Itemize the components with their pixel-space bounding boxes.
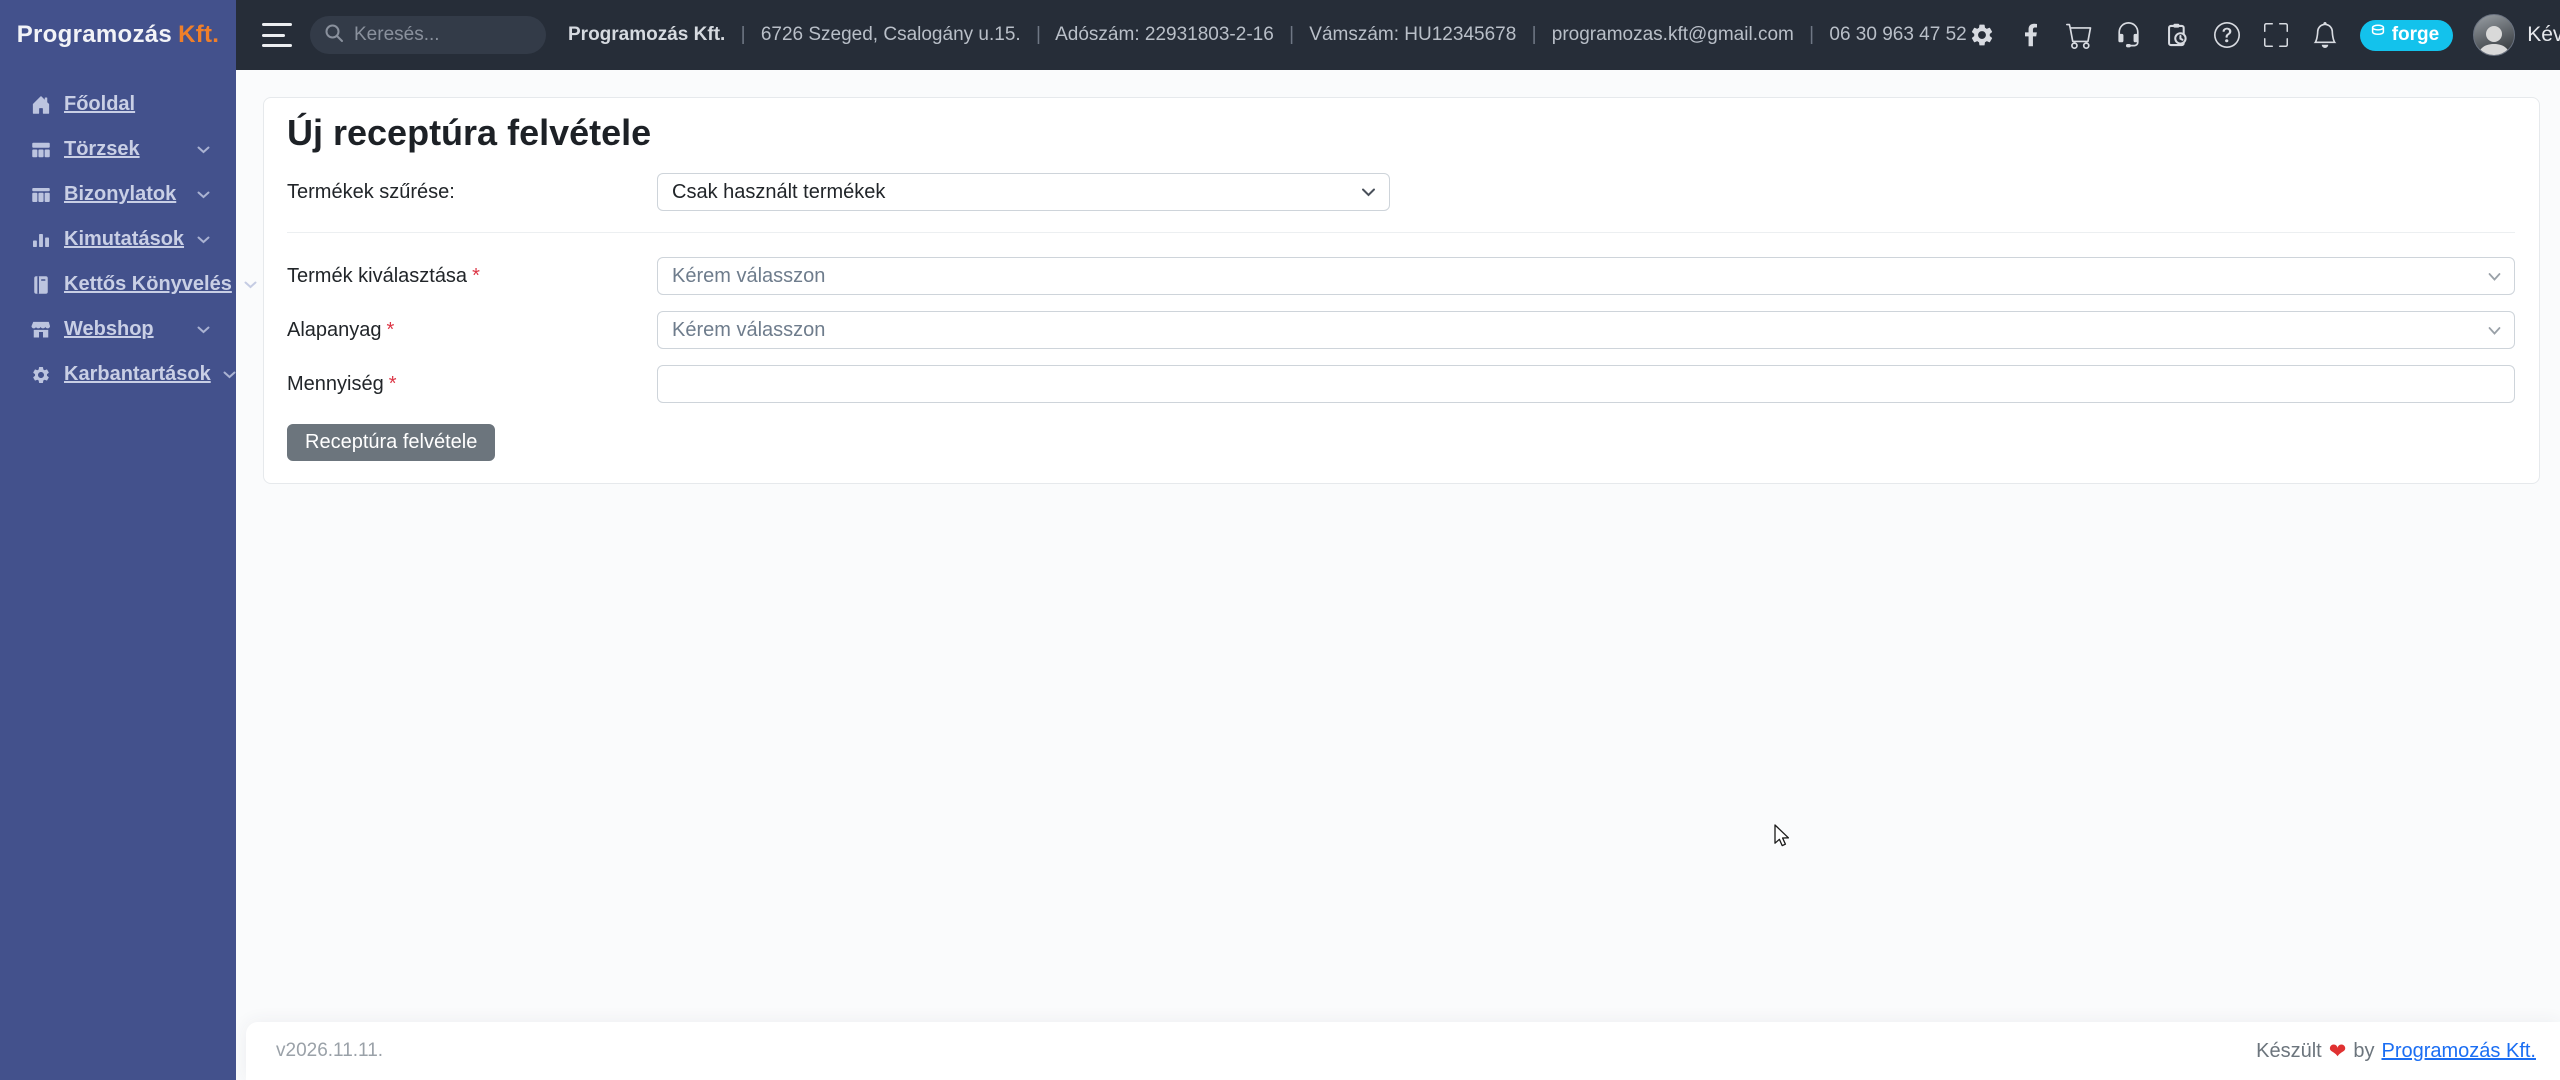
- forge-badge-label: forge: [2392, 24, 2440, 46]
- chevron-down-icon: [1361, 181, 1376, 204]
- company-info: Programozás Kft. | 6726 Szeged, Csalogán…: [568, 24, 1967, 46]
- user-menu[interactable]: Kévés János: [2527, 23, 2560, 47]
- company-tax-number: Adószám: 22931803-2-16: [1055, 24, 1274, 45]
- brand-accent: Kft.: [178, 21, 219, 49]
- material-select[interactable]: Kérem válasszon: [657, 311, 2515, 349]
- required-asterisk: *: [389, 373, 397, 395]
- chevron-down-icon: [197, 321, 210, 339]
- material-select-label: Alapanyag: [287, 319, 382, 341]
- company-link[interactable]: Programozás Kft.: [2381, 1040, 2536, 1063]
- brand-primary: Programozás: [17, 21, 172, 49]
- product-select-placeholder: Kérem válasszon: [672, 265, 825, 288]
- notifications-icon[interactable]: [2310, 20, 2340, 50]
- search-input[interactable]: [354, 24, 532, 46]
- sidebar-item-fooldal[interactable]: Főoldal: [0, 82, 236, 127]
- settings-icon[interactable]: [1967, 20, 1997, 50]
- topbar: Programozás Kft. | 6726 Szeged, Csalogán…: [236, 0, 2560, 70]
- sidebar: Programozás Kft. Főoldal Törzsek Bizonyl…: [0, 0, 236, 1080]
- storefront-icon: [30, 319, 52, 341]
- company-address: 6726 Szeged, Csalogány u.15.: [761, 24, 1021, 45]
- sidebar-item-label: Karbantartások: [64, 363, 211, 386]
- page-title: Új receptúra felvétele: [287, 112, 2515, 154]
- footer-credit: Készült ❤ by Programozás Kft.: [2256, 1039, 2536, 1064]
- grid-icon: [30, 139, 52, 161]
- gear-icon: [30, 364, 52, 386]
- material-select-row: Alapanyag* Kérem válasszon: [287, 311, 2515, 349]
- chevron-down-icon: [2488, 265, 2501, 288]
- help-icon[interactable]: [2212, 20, 2242, 50]
- cart-icon[interactable]: [2065, 20, 2095, 50]
- app-logo[interactable]: Programozás Kft.: [0, 0, 236, 70]
- chevron-down-icon: [223, 366, 236, 384]
- chevron-down-icon: [244, 276, 257, 294]
- sidebar-nav: Főoldal Törzsek Bizonylatok Kimuta: [0, 70, 236, 397]
- support-icon[interactable]: [2114, 20, 2144, 50]
- sidebar-item-label: Kettős Könyvelés: [64, 273, 232, 296]
- submit-recipe-button[interactable]: Receptúra felvétele: [287, 424, 495, 461]
- chevron-down-icon: [197, 141, 210, 159]
- sidebar-item-label: Bizonylatok: [64, 183, 176, 206]
- version-label: v2026.11.11.: [276, 1040, 383, 1062]
- chevron-down-icon: [2488, 319, 2501, 342]
- sidebar-item-kimutatasok[interactable]: Kimutatások: [0, 217, 236, 262]
- home-icon: [30, 94, 52, 116]
- footer: v2026.11.11. Készült ❤ by Programozás Kf…: [246, 1022, 2560, 1080]
- sidebar-item-label: Webshop: [64, 318, 154, 341]
- company-phone: 06 30 963 47 52: [1829, 24, 1966, 45]
- avatar[interactable]: [2473, 14, 2515, 56]
- sidebar-item-label: Főoldal: [64, 93, 135, 116]
- sidebar-item-karbantartasok[interactable]: Karbantartások: [0, 352, 236, 397]
- chevron-down-icon: [197, 186, 210, 204]
- forge-badge[interactable]: forge: [2360, 20, 2454, 51]
- menu-toggle-button[interactable]: [262, 23, 292, 47]
- product-filter-value: Csak használt termékek: [672, 181, 885, 204]
- product-filter-row: Termékek szűrése: Csak használt termékek: [287, 173, 2515, 211]
- sidebar-item-webshop[interactable]: Webshop: [0, 307, 236, 352]
- company-name: Programozás Kft.: [568, 24, 725, 45]
- bar-chart-icon: [30, 229, 52, 251]
- required-asterisk: *: [472, 265, 480, 287]
- product-select-label: Termék kiválasztása: [287, 265, 467, 287]
- quantity-input[interactable]: [657, 365, 2515, 403]
- topbar-icon-row: [1967, 20, 2340, 50]
- book-icon: [30, 274, 52, 296]
- tasks-icon[interactable]: [2163, 20, 2193, 50]
- fullscreen-icon[interactable]: [2261, 20, 2291, 50]
- main-content: Új receptúra felvétele Termékek szűrése:…: [236, 70, 2560, 1080]
- company-email: programozas.kft@gmail.com: [1552, 24, 1794, 45]
- database-icon: [2370, 24, 2386, 46]
- table-columns-icon: [30, 184, 52, 206]
- facebook-icon[interactable]: [2016, 20, 2046, 50]
- divider: [287, 232, 2515, 233]
- heart-icon: ❤: [2329, 1039, 2347, 1064]
- product-filter-select[interactable]: Csak használt termékek: [657, 173, 1390, 211]
- product-select[interactable]: Kérem válasszon: [657, 257, 2515, 295]
- sidebar-item-label: Kimutatások: [64, 228, 184, 251]
- chevron-down-icon: [197, 231, 210, 249]
- sidebar-item-bizonylatok[interactable]: Bizonylatok: [0, 172, 236, 217]
- search-box[interactable]: [310, 16, 546, 54]
- material-select-placeholder: Kérem válasszon: [672, 319, 825, 342]
- company-vat-number: Vámszám: HU12345678: [1309, 24, 1516, 45]
- user-name-label: Kévés János: [2527, 23, 2560, 47]
- sidebar-item-torzsek[interactable]: Törzsek: [0, 127, 236, 172]
- search-icon: [324, 23, 344, 48]
- quantity-label: Mennyiség: [287, 373, 384, 395]
- product-filter-label: Termékek szűrése:: [287, 181, 657, 204]
- recipe-form-card: Új receptúra felvétele Termékek szűrése:…: [263, 97, 2540, 484]
- required-asterisk: *: [387, 319, 395, 341]
- sidebar-item-label: Törzsek: [64, 138, 140, 161]
- sidebar-item-kettos-konyveles[interactable]: Kettős Könyvelés: [0, 262, 236, 307]
- product-select-row: Termék kiválasztása* Kérem válasszon: [287, 257, 2515, 295]
- quantity-row: Mennyiség*: [287, 365, 2515, 403]
